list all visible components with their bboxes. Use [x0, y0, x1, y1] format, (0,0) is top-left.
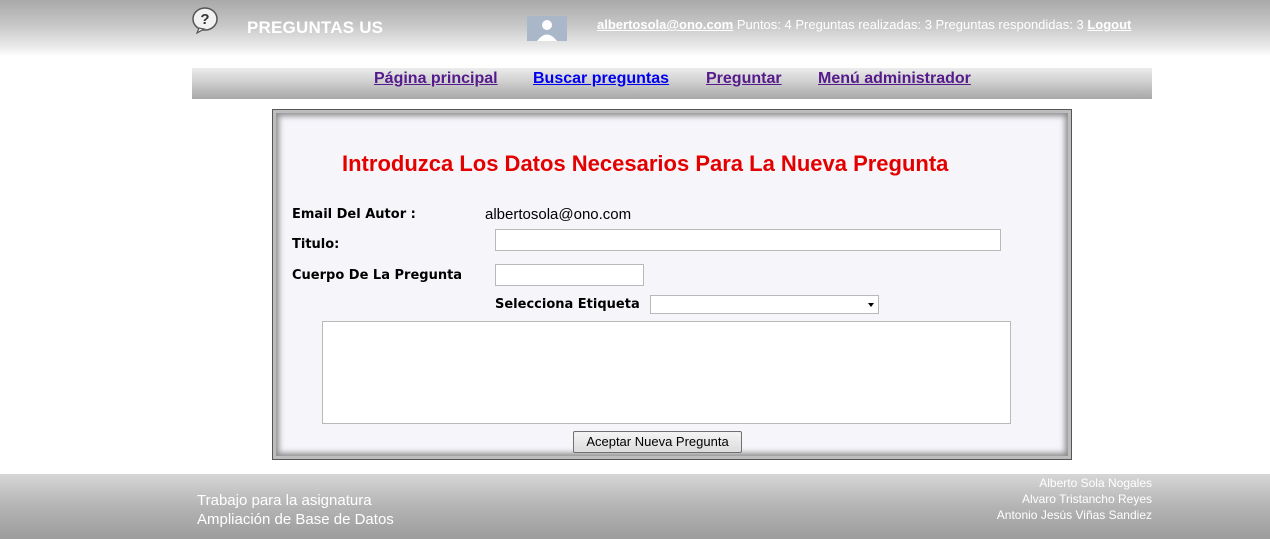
footer-author-2: Alvaro Tristancho Reyes	[1021, 492, 1152, 506]
svg-text:?: ?	[200, 11, 209, 28]
author-label: Email Del Autor :	[292, 207, 416, 222]
main-nav: Página principal Buscar preguntas Pregun…	[192, 68, 1152, 99]
question-body-textarea[interactable]	[322, 321, 1011, 424]
nav-link-ask[interactable]: Preguntar	[706, 70, 782, 88]
footer: Trabajo para la asignatura Ampliación de…	[0, 474, 1270, 539]
footer-author-3: Antonio Jesús Viñas Sandiez	[996, 508, 1152, 522]
user-info: albertosola@ono.com Puntos: 4 Preguntas …	[597, 17, 1131, 32]
user-stats: Puntos: 4 Preguntas realizadas: 3 Pregun…	[733, 17, 1088, 32]
body-input[interactable]	[495, 264, 644, 286]
tag-label: Selecciona Etiqueta	[495, 297, 640, 312]
tag-select[interactable]	[650, 295, 879, 314]
site-title: PREGUNTAS US	[247, 18, 384, 37]
author-value: albertosola@ono.com	[485, 206, 632, 223]
body-label: Cuerpo De La Pregunta	[292, 268, 463, 283]
footer-course-line1: Trabajo para la asignatura	[197, 492, 372, 509]
submit-question-button[interactable]: Aceptar Nueva Pregunta	[573, 431, 742, 453]
question-bubble-icon[interactable]: ?	[191, 6, 219, 34]
nav-link-admin[interactable]: Menú administrador	[818, 70, 971, 88]
footer-course-line2: Ampliación de Base de Datos	[197, 511, 394, 528]
dropdown-arrow-icon	[868, 303, 874, 307]
footer-author-1: Alberto Sola Nogales	[1039, 476, 1152, 490]
logout-link[interactable]: Logout	[1087, 17, 1131, 32]
user-email-link[interactable]: albertosola@ono.com	[597, 17, 733, 32]
title-label: Titulo:	[292, 237, 340, 252]
form-title: Introduzca Los Datos Necesarios Para La …	[342, 151, 949, 176]
user-avatar-icon	[527, 16, 567, 41]
header-bar: ? PREGUNTAS US albertosola@ono.com Punto…	[0, 0, 1270, 56]
nav-link-search[interactable]: Buscar preguntas	[533, 70, 669, 88]
title-input[interactable]	[495, 229, 1001, 251]
nav-link-home[interactable]: Página principal	[374, 70, 498, 88]
